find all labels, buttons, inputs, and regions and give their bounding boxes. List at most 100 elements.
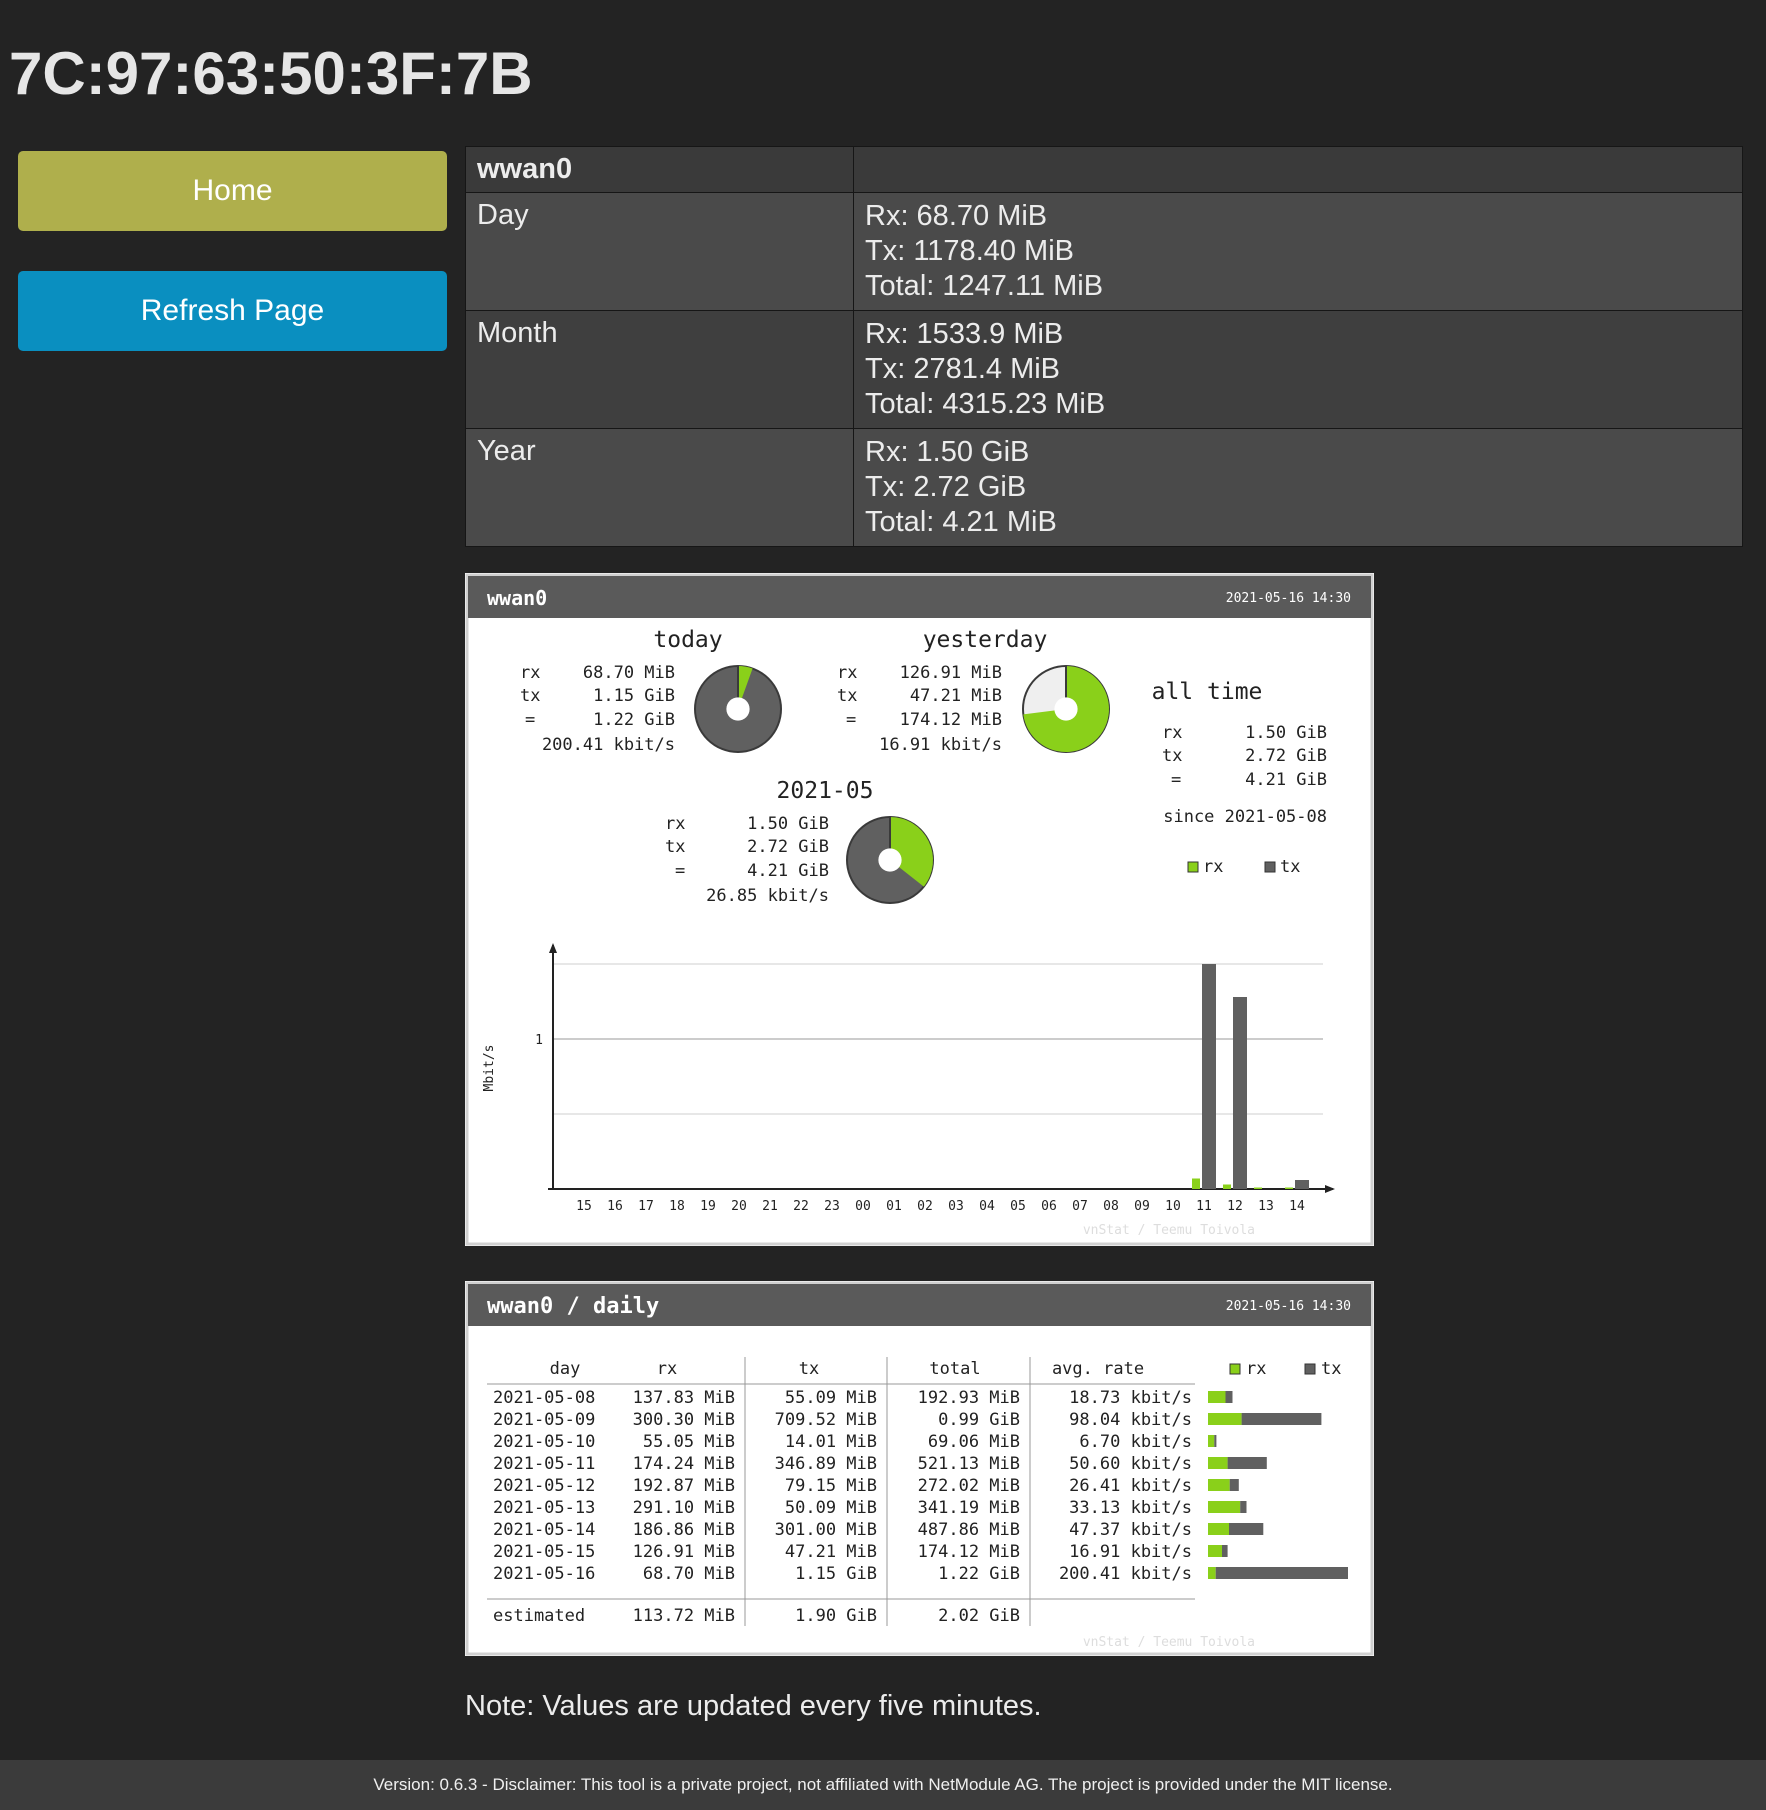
table-row-day: Day Rx: 68.70 MiB Tx: 1178.40 MiB Total:… (465, 192, 1743, 311)
y-axis-label: Mbit/s (482, 1045, 497, 1092)
refresh-page-button[interactable]: Refresh Page (18, 271, 447, 351)
total-value: Total: 4315.23 MiB (865, 388, 1106, 420)
month-tx: 2.72 GiB (747, 837, 829, 857)
month-title: 2021-05 (777, 778, 874, 804)
daily-rx-bar (1208, 1501, 1241, 1513)
all-time-total: 4.21 GiB (1245, 770, 1327, 790)
pie-center (1054, 697, 1078, 721)
all-time-tx: 2.72 GiB (1245, 746, 1327, 766)
daily-rx-cell: 55.05 MiB (643, 1432, 735, 1452)
daily-rx-cell: 126.91 MiB (633, 1542, 735, 1562)
x-tick-label: 18 (669, 1199, 685, 1214)
estimated-rx: 113.72 MiB (633, 1606, 735, 1626)
summary-credit: vnStat / Teemu Toivola (1083, 1223, 1255, 1238)
values-cell: Rx: 68.70 MiB Tx: 1178.40 MiB Total: 124… (853, 192, 1743, 311)
all-time-title: all time (1152, 679, 1263, 705)
x-tick-label: 05 (1010, 1199, 1026, 1214)
table-row-month: Month Rx: 1533.9 MiB Tx: 2781.4 MiB Tota… (465, 310, 1743, 429)
legend-rx-swatch (1187, 861, 1199, 873)
daily-day-cell: 2021-05-15 (493, 1542, 595, 1562)
daily-day-cell: 2021-05-11 (493, 1454, 595, 1474)
estimated-total: 2.02 GiB (938, 1606, 1020, 1626)
daily-total-cell: 0.99 GiB (938, 1410, 1020, 1430)
x-tick-label: 01 (886, 1199, 902, 1214)
x-tick-label: 23 (824, 1199, 840, 1214)
x-tick-label: 03 (948, 1199, 964, 1214)
daily-rate-cell: 6.70 kbit/s (1079, 1432, 1192, 1452)
today-pie-chart (694, 665, 782, 753)
daily-rx-cell: 192.87 MiB (633, 1476, 735, 1496)
x-tick-label: 08 (1103, 1199, 1119, 1214)
rx-value: Rx: 1533.9 MiB (865, 318, 1064, 350)
daily-day-cell: 2021-05-10 (493, 1432, 595, 1452)
home-button[interactable]: Home (18, 151, 447, 231)
daily-tx-cell: 55.09 MiB (785, 1388, 877, 1408)
daily-day-cell: 2021-05-13 (493, 1498, 595, 1518)
daily-timestamp: 2021-05-16 14:30 (1226, 1299, 1351, 1314)
daily-header-tx: tx (799, 1359, 819, 1379)
traffic-summary-table: wwan0 Day Rx: 68.70 MiB Tx: 1178.40 MiB … (465, 146, 1743, 547)
daily-tx-cell: 1.15 GiB (795, 1564, 877, 1584)
daily-tx-cell: 50.09 MiB (785, 1498, 877, 1518)
values-cell: Rx: 1533.9 MiB Tx: 2781.4 MiB Total: 431… (853, 310, 1743, 429)
vnstat-summary-image: wwan0 2021-05-16 14:30 today rx tx = 68.… (465, 573, 1374, 1246)
legend-tx-swatch (1264, 861, 1276, 873)
hourly-tx-bar (1233, 997, 1247, 1189)
daily-header-total: total (929, 1359, 980, 1379)
daily-total-cell: 272.02 MiB (918, 1476, 1020, 1496)
legend-rx-label: rx (1203, 857, 1223, 877)
vnstat-summary-graphic: wwan0 2021-05-16 14:30 today rx tx = 68.… (465, 573, 1374, 1246)
daily-total-cell: 341.19 MiB (918, 1498, 1020, 1518)
x-tick-label: 13 (1258, 1199, 1274, 1214)
month-rx: 1.50 GiB (747, 814, 829, 834)
daily-day-cell: 2021-05-08 (493, 1388, 595, 1408)
yesterday-tx: 47.21 MiB (910, 686, 1002, 706)
daily-header-day: day (550, 1359, 581, 1379)
x-tick-label: 20 (731, 1199, 747, 1214)
daily-title: wwan0 / daily (487, 1294, 659, 1319)
daily-tx-cell: 709.52 MiB (775, 1410, 877, 1430)
all-time-rx-label: rx (1162, 723, 1182, 743)
hourly-rx-bar (1192, 1178, 1200, 1189)
daily-rx-bar (1208, 1435, 1215, 1447)
daily-rx-cell: 174.24 MiB (633, 1454, 735, 1474)
total-value: Total: 1247.11 MiB (865, 270, 1104, 302)
daily-rx-bar (1208, 1457, 1228, 1469)
daily-tx-cell: 79.15 MiB (785, 1476, 877, 1496)
today-title: today (653, 627, 722, 653)
footer-disclaimer: Version: 0.6.3 - Disclaimer: This tool i… (0, 1760, 1766, 1810)
all-time-eq-label: = (1171, 770, 1181, 790)
daily-rate-cell: 200.41 kbit/s (1059, 1564, 1192, 1584)
x-tick-label: 17 (638, 1199, 654, 1214)
daily-legend-tx-label: tx (1321, 1359, 1341, 1379)
daily-rx-cell: 291.10 MiB (633, 1498, 735, 1518)
x-tick-label: 12 (1227, 1199, 1243, 1214)
x-tick-label: 07 (1072, 1199, 1088, 1214)
daily-total-cell: 521.13 MiB (918, 1454, 1020, 1474)
month-rx-label: rx (665, 814, 685, 834)
daily-total-cell: 1.22 GiB (938, 1564, 1020, 1584)
daily-legend-tx-swatch (1304, 1363, 1316, 1375)
month-tx-label: tx (665, 837, 685, 857)
x-tick-label: 16 (607, 1199, 623, 1214)
yesterday-rate: 16.91 kbit/s (879, 735, 1002, 755)
today-rate: 200.41 kbit/s (542, 735, 675, 755)
daily-rx-bar (1208, 1413, 1242, 1425)
rx-value: Rx: 1.50 GiB (865, 436, 1030, 468)
daily-rx-cell: 68.70 MiB (643, 1564, 735, 1584)
today-total: 1.22 GiB (593, 710, 675, 730)
daily-tx-bar (1229, 1479, 1239, 1491)
x-tick-label: 11 (1196, 1199, 1212, 1214)
today-eq-label: = (525, 710, 535, 730)
yesterday-total: 174.12 MiB (900, 710, 1002, 730)
x-tick-label: 15 (576, 1199, 592, 1214)
daily-tx-bar (1225, 1391, 1233, 1403)
interface-name-cell: wwan0 (465, 146, 854, 193)
x-tick-label: 10 (1165, 1199, 1181, 1214)
tx-value: Tx: 2.72 GiB (865, 471, 1027, 503)
x-tick-label: 22 (793, 1199, 809, 1214)
daily-rate-cell: 33.13 kbit/s (1069, 1498, 1192, 1518)
header-empty-cell (853, 146, 1743, 193)
total-value: Total: 4.21 MiB (865, 506, 1057, 538)
legend-tx-label: tx (1280, 857, 1300, 877)
